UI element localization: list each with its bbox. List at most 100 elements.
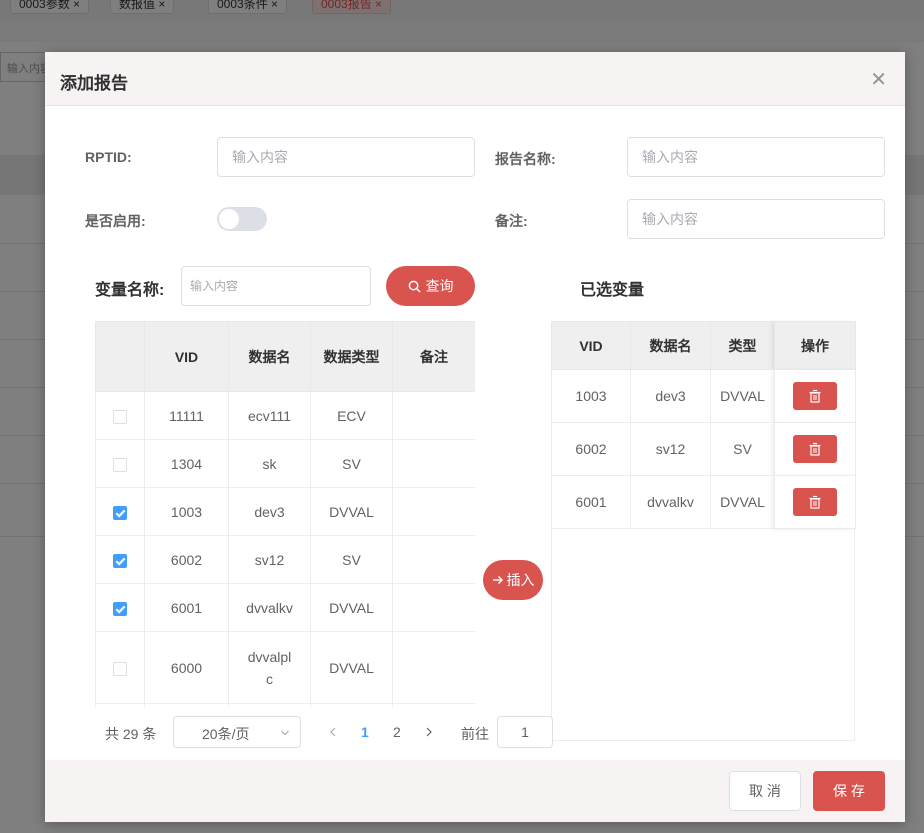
row-checkbox[interactable] (113, 457, 127, 472)
row-select-cell (95, 535, 145, 584)
column-header-data-name: 数据名 (630, 321, 711, 370)
data-name-cell: ecv111 (228, 391, 311, 440)
chevron-down-icon (281, 730, 289, 736)
table-row: 6002 sv12 SV (95, 535, 475, 584)
type-cell: DVVAL (710, 475, 775, 529)
delete-button[interactable] (793, 435, 837, 463)
vid-cell: 6001 (551, 475, 631, 529)
chevron-left-icon[interactable] (328, 726, 338, 738)
arrow-right-icon (492, 576, 503, 584)
page-number-current[interactable]: 1 (361, 724, 369, 740)
variables-table: VID 数据名 数据类型 备注 11111 ecv111 ECV 1304 sk… (95, 321, 475, 707)
row-checkbox-checked[interactable] (113, 601, 127, 616)
row-select-cell (95, 487, 145, 536)
column-header-data-type: 数据类型 (310, 321, 393, 392)
trash-icon (809, 495, 821, 509)
enabled-toggle[interactable] (217, 207, 267, 231)
page-size-select[interactable]: 20条/页 (173, 716, 301, 748)
variable-search-input[interactable] (181, 266, 371, 306)
data-name-cell: dev3 (228, 487, 311, 536)
vid-cell: 1304 (144, 439, 229, 488)
data-type-cell: DVVAL (310, 487, 393, 536)
vid-cell: 6001 (144, 583, 229, 632)
column-header-type: 类型 (710, 321, 775, 370)
vid-cell: 6002 (144, 535, 229, 584)
column-header-select (95, 321, 145, 392)
remark-cell (392, 583, 475, 632)
remark-input[interactable] (627, 199, 885, 239)
row-select-cell (95, 583, 145, 632)
table-row: 1304 sk SV (95, 439, 475, 488)
remark-cell (392, 535, 475, 584)
report-name-input[interactable] (627, 137, 885, 177)
search-button[interactable]: 查询 (386, 266, 475, 306)
table-header-row: VID 数据名 类型 操作 (551, 321, 856, 370)
remark-field[interactable] (628, 200, 884, 238)
vid-cell: 6000 (144, 631, 229, 704)
vid-cell: 1003 (551, 369, 631, 423)
table-row: 1003 dev3 DVVAL (551, 369, 856, 423)
data-type-cell: ECV (310, 391, 393, 440)
variables-table-container: VID 数据名 数据类型 备注 11111 ecv111 ECV 1304 sk… (95, 321, 475, 707)
type-cell: SV (710, 422, 775, 476)
type-cell: DVVAL (710, 369, 775, 423)
data-name-cell: sk (228, 439, 311, 488)
cancel-button[interactable]: 取 消 (729, 771, 801, 811)
table-header-row: VID 数据名 数据类型 备注 (95, 321, 475, 392)
page-size-value: 20条/页 (202, 726, 250, 742)
dialog-footer: 取 消 保 存 (45, 760, 905, 822)
action-cell (774, 369, 856, 423)
data-name-cell: dev3 (630, 369, 711, 423)
delete-button[interactable] (793, 488, 837, 516)
remark-cell (392, 391, 475, 440)
row-checkbox-checked[interactable] (113, 553, 127, 568)
close-icon[interactable]: ✕ (870, 70, 887, 90)
table-row: 6000 dvvalplc DVVAL (95, 631, 475, 704)
data-type-cell: SV (310, 439, 393, 488)
action-cell (774, 475, 856, 529)
column-header-vid: VID (551, 321, 631, 370)
column-header-data-name: 数据名 (228, 321, 311, 392)
table-row: 1003 dev3 DVVAL (95, 487, 475, 536)
table-row: 11111 ecv111 ECV (95, 391, 475, 440)
remark-cell (392, 439, 475, 488)
selected-variables-title: 已选变量 (580, 282, 645, 299)
save-button[interactable]: 保 存 (813, 771, 885, 811)
variable-search-field[interactable] (182, 267, 370, 305)
trash-icon (809, 442, 821, 456)
report-name-field[interactable] (628, 138, 884, 176)
goto-label: 前往 (461, 726, 489, 742)
data-name-cell: dvvalkv (228, 583, 311, 632)
page-number[interactable]: 2 (393, 724, 401, 740)
pagination-total: 共 29 条 (105, 726, 157, 742)
row-select-cell (95, 391, 145, 440)
row-checkbox[interactable] (113, 661, 127, 676)
rptid-field[interactable] (218, 138, 474, 176)
add-report-dialog: 添加报告 ✕ RPTID: 报告名称: 是否启用: 备注: 变量名称: 查询 已… (45, 52, 905, 822)
remark-cell (392, 631, 475, 704)
row-checkbox-checked[interactable] (113, 505, 127, 520)
delete-button[interactable] (793, 382, 837, 410)
insert-button-label: 插入 (506, 572, 535, 588)
table-row: 6001 dvvalkv DVVAL (551, 475, 856, 529)
row-checkbox[interactable] (113, 409, 127, 424)
remark-cell (392, 487, 475, 536)
data-name-cell: dvvalplc (228, 631, 311, 704)
vid-cell: 11111 (144, 391, 229, 440)
column-header-remark: 备注 (392, 321, 475, 392)
data-name-cell: sv12 (630, 422, 711, 476)
rptid-input[interactable] (217, 137, 475, 177)
goto-page-input[interactable]: 1 (497, 716, 553, 748)
table-row: 6001 dvvalkv DVVAL (95, 583, 475, 632)
search-icon (408, 280, 420, 292)
insert-button[interactable]: 插入 (483, 560, 543, 600)
column-header-action: 操作 (774, 321, 856, 370)
chevron-right-icon[interactable] (424, 726, 434, 738)
remark-label: 备注: (495, 213, 528, 229)
column-header-vid: VID (144, 321, 229, 392)
action-cell (774, 422, 856, 476)
trash-icon (809, 389, 821, 403)
dialog-title: 添加报告 (60, 74, 128, 93)
table-row: 6002 sv12 SV (551, 422, 856, 476)
row-select-cell (95, 631, 145, 704)
